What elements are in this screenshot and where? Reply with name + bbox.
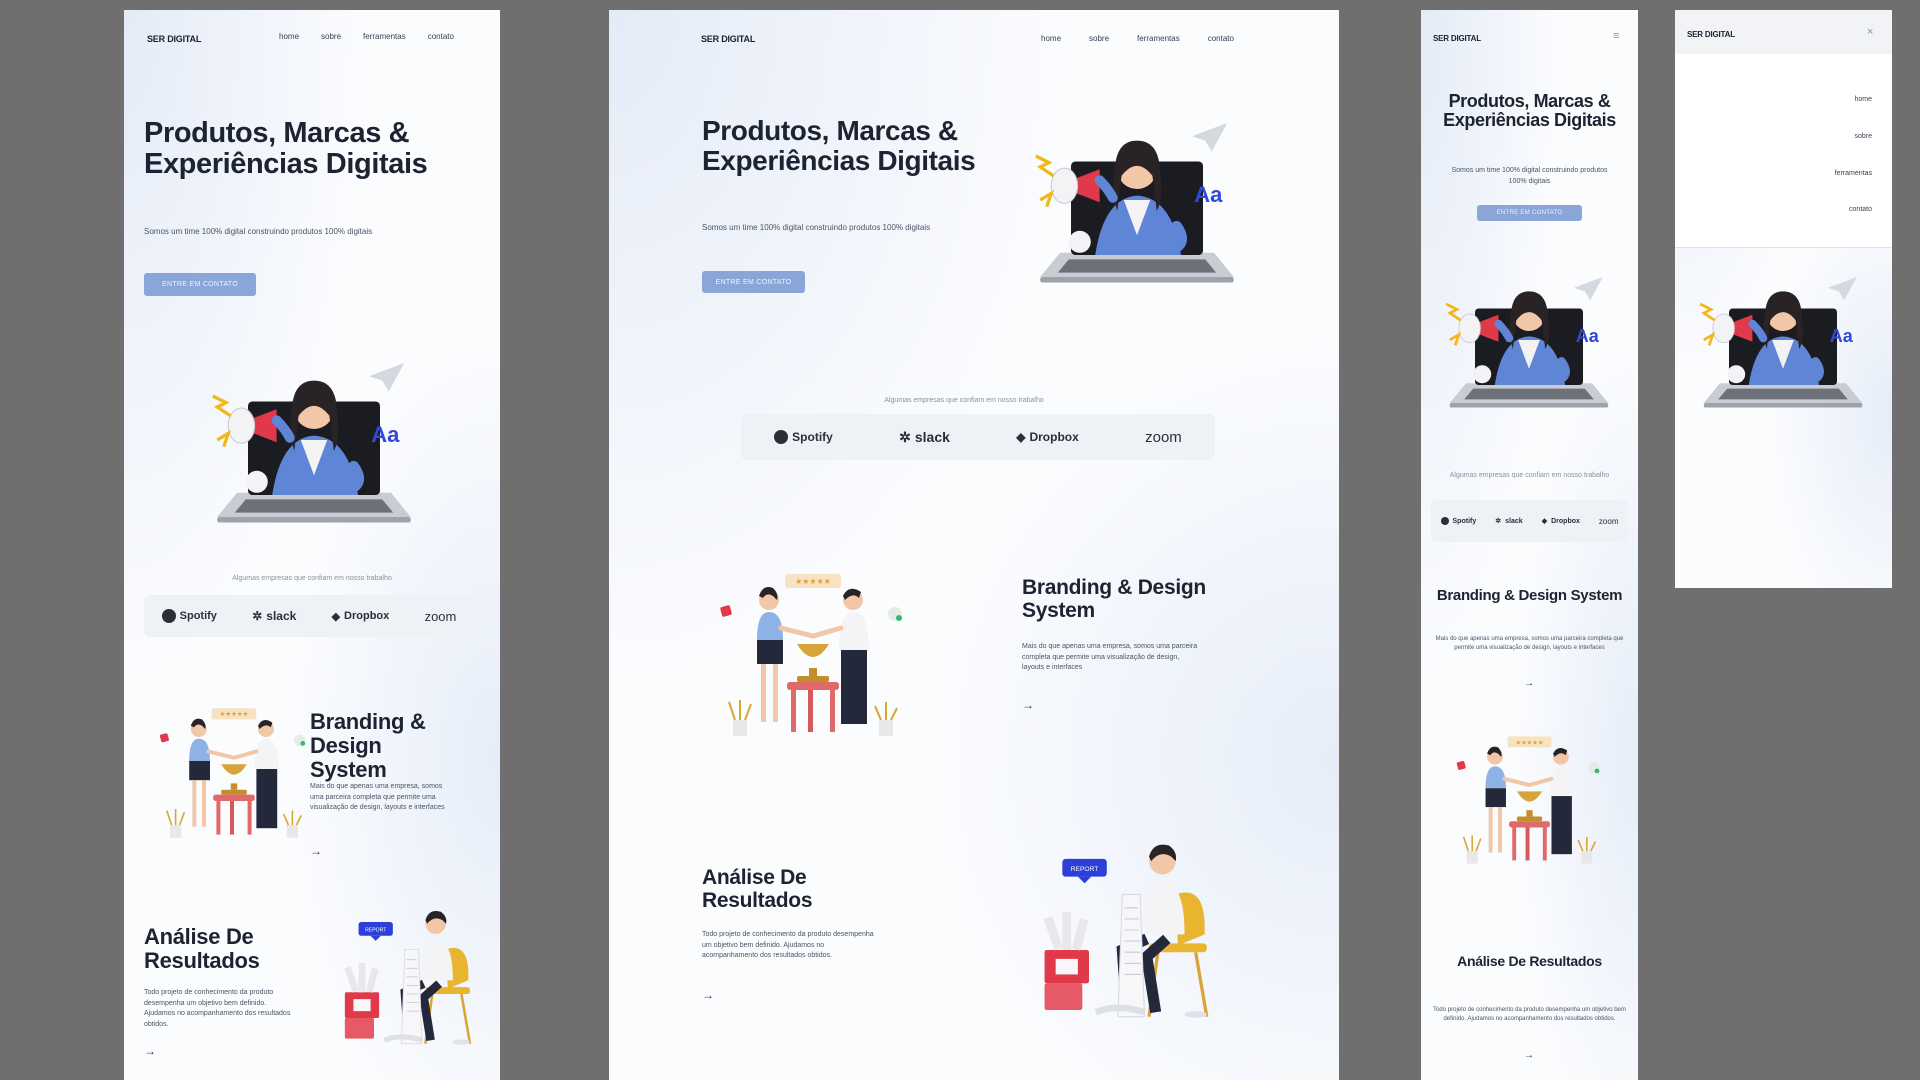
branding-text: Mais do que apenas uma empresa, somos um… — [1435, 636, 1624, 651]
branding-title: Branding & Design System — [310, 709, 426, 783]
brand-dropbox: ◆ Dropbox — [331, 610, 390, 623]
brands-strip: Spotify ✲ slack ◆ Dropbox zoom — [741, 414, 1215, 460]
brand-zoom: zoom — [1598, 516, 1619, 526]
frame-tablet: SER DIGITAL home sobre ferramentas conta… — [124, 10, 500, 1080]
hero-text: Somos um time 100% digital construindo p… — [144, 227, 373, 236]
analysis-text: Todo projeto de conhecimento da produto … — [1433, 1007, 1626, 1022]
brand-spotify: Spotify — [1440, 517, 1476, 525]
nav-item-ferramentas[interactable]: ferramentas — [363, 32, 406, 41]
nav-item-contato[interactable]: contato — [1208, 34, 1234, 43]
dropbox-icon: ◆ — [1541, 518, 1548, 525]
frame-desktop: SER DIGITAL home sobre ferramentas conta… — [609, 10, 1339, 1080]
branding-arrow-link[interactable]: → — [1524, 678, 1534, 689]
site-logo[interactable]: SER DIGITAL — [147, 34, 201, 44]
analysis-arrow-link[interactable]: → — [144, 1044, 156, 1058]
analysis-text: Todo projeto de conhecimento da produto … — [144, 989, 291, 1028]
analysis-title: Análise De Resultados — [1457, 953, 1602, 969]
nav-item-contato[interactable]: contato — [428, 32, 454, 41]
brands-strip: Spotify ✲ slack ◆ Dropbox zoom — [144, 595, 474, 637]
nav-item-home[interactable]: home — [1041, 34, 1061, 43]
brand-dropbox: ◆ Dropbox — [1541, 517, 1580, 526]
analysis-arrow-link[interactable]: → — [1524, 1050, 1534, 1061]
brand-spotify: Spotify — [161, 609, 217, 623]
hero-illustration — [1027, 100, 1247, 300]
spotify-icon — [161, 609, 176, 623]
branding-text: Mais do que apenas uma empresa, somos um… — [1022, 643, 1198, 671]
branding-title: Branding & Design System — [1436, 587, 1623, 604]
nav-item-sobre[interactable]: sobre — [321, 32, 341, 41]
partners-text: Algumas empresas que confiam em nosso tr… — [232, 575, 392, 582]
hamburger-menu-icon[interactable]: ≡ — [1613, 30, 1619, 42]
slack-icon: ✲ — [1495, 518, 1502, 525]
hero-text: Somos um time 100% digital construindo p… — [702, 223, 931, 232]
hero-title: Produtos, Marcas & Experiências Digitais — [144, 117, 428, 181]
branding-illustration — [713, 540, 913, 770]
hero-title: Produtos, Marcas & Experiências Digitais — [1443, 91, 1616, 131]
analysis-title: Análise De Resultados — [144, 924, 260, 974]
partners-text: Algumas empresas que confiam em nosso tr… — [884, 397, 1044, 404]
hero-illustration — [1439, 260, 1619, 420]
nav-item-ferramentas[interactable]: ferramentas — [1835, 170, 1872, 177]
nav-item-sobre[interactable]: sobre — [1089, 34, 1109, 43]
nav-item-sobre[interactable]: sobre — [1854, 133, 1872, 140]
dropbox-icon: ◆ — [331, 610, 341, 623]
frame-mobile: SER DIGITAL ≡ Produtos, Marcas & Experiê… — [1421, 10, 1638, 1080]
contact-button[interactable]: ENTRE EM CONTATO — [1477, 205, 1582, 221]
branding-title: Branding & Design System — [1022, 576, 1206, 623]
site-logo[interactable]: SER DIGITAL — [1433, 34, 1481, 43]
spotify-icon — [774, 430, 789, 444]
nav-item-home[interactable]: home — [279, 32, 299, 41]
main-nav: home sobre ferramentas contato — [279, 32, 454, 41]
frame-mobile-menu: SER DIGITAL × home sobre ferramentas con… — [1675, 10, 1892, 588]
spotify-icon — [1440, 517, 1449, 525]
analysis-illustration — [1029, 810, 1229, 1040]
nav-item-home[interactable]: home — [1854, 96, 1872, 103]
dropbox-icon: ◆ — [1016, 430, 1026, 444]
contact-button[interactable]: ENTRE EM CONTATO — [144, 273, 256, 296]
branding-text: Mais do que apenas uma empresa, somos um… — [310, 783, 445, 811]
branding-arrow-link[interactable]: → — [310, 844, 322, 858]
brand-zoom: zoom — [424, 608, 457, 624]
analysis-illustration — [330, 898, 490, 1048]
branding-illustration — [1454, 734, 1602, 866]
brand-slack: ✲ slack — [1495, 517, 1523, 526]
nav-item-contato[interactable]: contato — [1849, 206, 1872, 213]
site-logo[interactable]: SER DIGITAL — [701, 34, 755, 44]
branding-illustration — [157, 706, 308, 840]
slack-icon: ✲ — [252, 609, 263, 623]
close-menu-icon[interactable]: × — [1867, 26, 1873, 38]
brand-slack: ✲ slack — [899, 428, 950, 446]
hero-illustration — [1693, 260, 1873, 420]
analysis-text: Todo projeto de conhecimento da produto … — [702, 931, 874, 959]
brand-spotify: Spotify — [774, 430, 833, 444]
analysis-title: Análise De Resultados — [702, 866, 813, 913]
brand-zoom: zoom — [1145, 428, 1182, 446]
branding-arrow-link[interactable]: → — [1022, 698, 1034, 712]
main-nav: home sobre ferramentas contato — [1041, 34, 1234, 43]
slack-icon: ✲ — [899, 428, 911, 445]
site-logo[interactable]: SER DIGITAL — [1687, 30, 1735, 39]
hero-illustration — [204, 340, 424, 540]
brands-strip: Spotify ✲ slack ◆ Dropbox zoom — [1431, 500, 1628, 542]
contact-button[interactable]: ENTRE EM CONTATO — [702, 271, 805, 293]
nav-item-ferramentas[interactable]: ferramentas — [1137, 34, 1180, 43]
hero-title: Produtos, Marcas & Experiências Digitais — [702, 115, 976, 177]
brand-dropbox: ◆ Dropbox — [1016, 430, 1079, 444]
analysis-arrow-link[interactable]: → — [702, 988, 714, 1002]
partners-text: Algumas empresas que confiam em nosso tr… — [1449, 472, 1610, 479]
mobile-nav-menu: home sobre ferramentas contato — [1675, 54, 1892, 248]
brand-slack: ✲ slack — [252, 609, 297, 623]
hero-text: Somos um time 100% digital construindo p… — [1451, 167, 1608, 185]
